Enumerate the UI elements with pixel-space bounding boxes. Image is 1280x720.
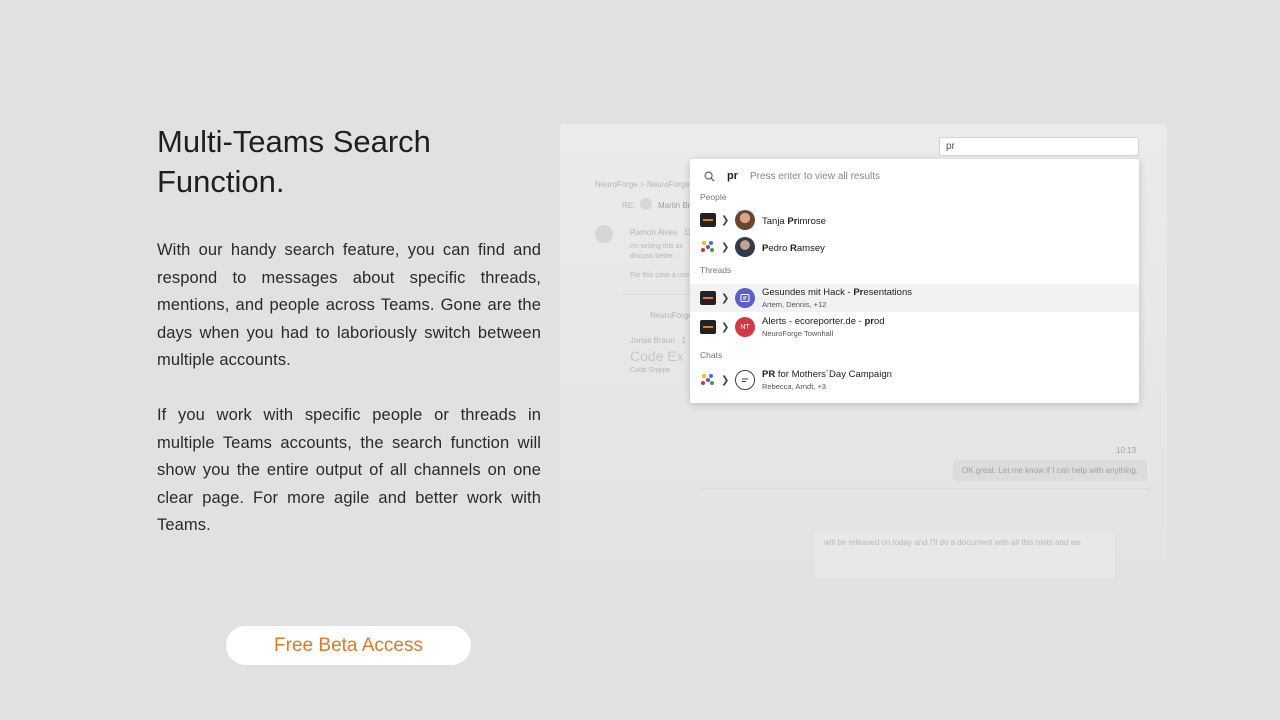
bg-message-bubble: will be released on today and I'll do a … <box>815 532 1115 578</box>
page-title: Multi-Teams Search Function. <box>157 124 431 199</box>
chat-bubble-icon <box>735 370 755 390</box>
chevron-right-icon: ❯ <box>721 374 730 386</box>
result-title: Gesundes mit Hack - Presentations <box>762 287 912 298</box>
avatar: NT <box>735 317 755 337</box>
search-query-row: pr Press enter to view all results <box>704 165 880 187</box>
bg-avatar <box>640 198 652 210</box>
section-label-chats: Chats <box>700 350 723 360</box>
avatar <box>735 210 755 230</box>
bg-breadcrumb: NeuroForge <box>650 311 693 320</box>
bg-breadcrumb: NeuroForge > NeuroForge <box>595 180 690 189</box>
result-title: PR for Mothers´Day Campaign <box>762 369 892 380</box>
search-icon <box>704 171 715 182</box>
bg-re-name: Martin Br <box>658 201 691 210</box>
result-subtitle: NeuroForge Townhall <box>762 329 834 338</box>
result-title: Tanja Primrose <box>762 216 826 227</box>
neuroforge-logo-icon <box>700 320 716 334</box>
thread-icon <box>735 288 755 308</box>
star-team-logo-icon <box>700 240 716 254</box>
chevron-right-icon: ❯ <box>721 292 730 304</box>
chevron-right-icon: ❯ <box>721 321 730 333</box>
bg-avatar <box>595 225 613 243</box>
bg-msg-line: For this case a use <box>630 272 690 279</box>
section-label-people: People <box>700 192 727 202</box>
bg-sender: Jonas Braun 1 <box>630 336 687 345</box>
avatar <box>735 237 755 257</box>
bg-code-sub: Code Snippe <box>630 367 671 374</box>
search-query: pr <box>727 170 738 182</box>
bg-code-title: Code Ex <box>630 348 684 364</box>
result-person-pedro[interactable]: ❯ Pedro Ramsey <box>690 233 1139 261</box>
result-thread-alerts[interactable]: ❯ NT Alerts - ecoreporter.de - prod Neur… <box>690 313 1139 341</box>
chevron-right-icon: ❯ <box>721 241 730 253</box>
bg-time-label: 10:13 <box>1116 446 1137 455</box>
bg-msg-line: discuss better. <box>630 253 675 260</box>
bg-sender: Ramon Alves 11 <box>630 228 693 237</box>
neuroforge-logo-icon <box>700 213 716 227</box>
result-person-tanja[interactable]: ❯ Tanja Primrose <box>690 206 1139 234</box>
bg-message-bubble: OK great. Let me know if I can help with… <box>953 460 1148 481</box>
page-frame: Multi-Teams Search Function. With our ha… <box>0 0 1280 720</box>
search-hint: Press enter to view all results <box>750 170 881 182</box>
free-beta-access-button[interactable]: Free Beta Access <box>226 626 471 665</box>
result-thread-gesundes[interactable]: ❯ Gesundes mit Hack - Presentations Arte… <box>690 284 1139 312</box>
section-label-threads: Threads <box>700 265 732 275</box>
result-title: Alerts - ecoreporter.de - prod <box>762 316 885 327</box>
result-chat-pr-campaign[interactable]: ❯ PR for Mothers´Day Campaign Rebecca, A… <box>690 366 1139 394</box>
chevron-right-icon: ❯ <box>721 214 730 226</box>
result-subtitle: Artem, Dennis, +12 <box>762 300 827 309</box>
result-title: Pedro Ramsey <box>762 243 825 254</box>
result-subtitle: Rebecca, Arndt, +3 <box>762 382 826 391</box>
bg-msg-line: i'm writing this as <box>630 243 684 250</box>
description-paragraph-1: With our handy search feature, you can f… <box>157 241 541 369</box>
bg-divider <box>700 488 1150 489</box>
search-input[interactable]: pr <box>939 137 1139 156</box>
star-team-logo-icon <box>700 373 716 387</box>
search-results-dropdown: pr Press enter to view all results Peopl… <box>690 159 1139 403</box>
description-paragraph-2: If you work with specific people or thre… <box>157 406 541 534</box>
neuroforge-logo-icon <box>700 291 716 305</box>
bg-re-label: RE: <box>622 201 636 210</box>
